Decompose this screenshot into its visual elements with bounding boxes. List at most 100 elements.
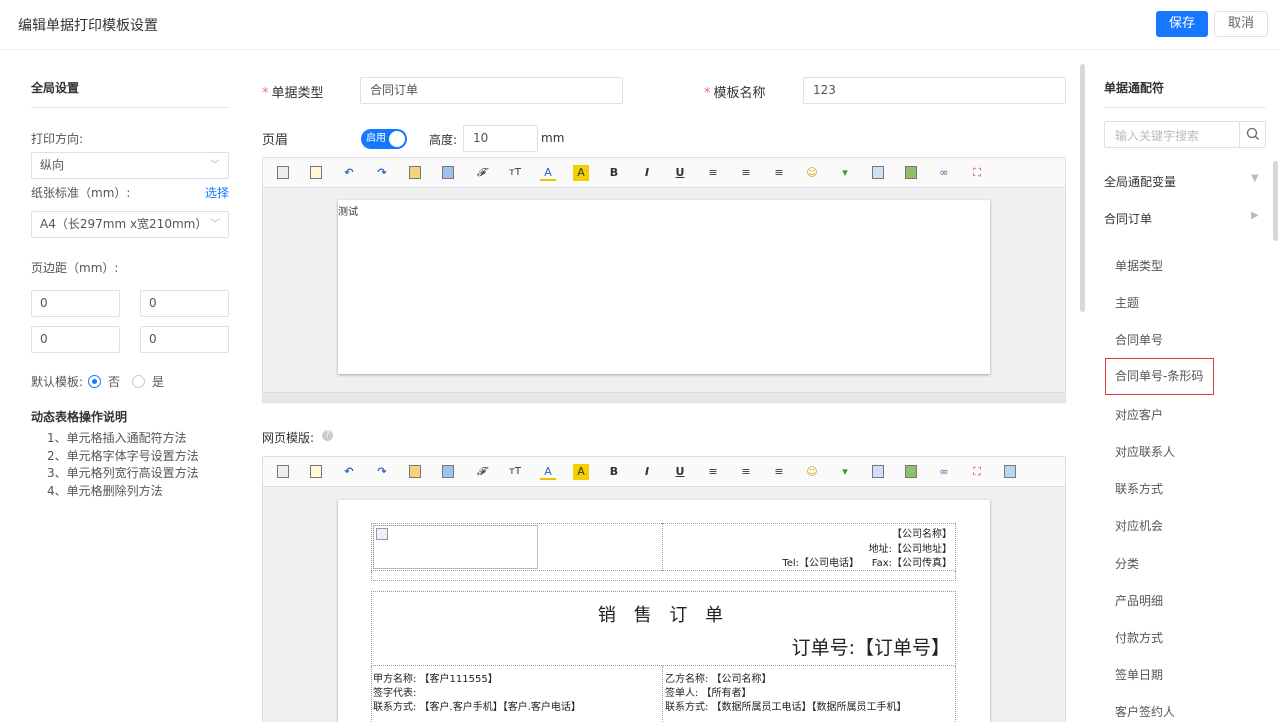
- divider: [31, 107, 230, 108]
- highlight-icon[interactable]: A: [573, 165, 589, 181]
- font-size-icon[interactable]: ᴛT: [507, 464, 523, 480]
- var-item[interactable]: 联系方式: [1115, 480, 1163, 497]
- group-contract-order[interactable]: 合同订单 ▶: [1104, 210, 1266, 227]
- emoji-icon[interactable]: ☺: [804, 464, 820, 480]
- source-icon[interactable]: [275, 464, 291, 480]
- top-bar: 编辑单据打印模板设置 保存 取消: [0, 0, 1280, 50]
- web-template-editor[interactable]: ↶ ↷ 𝓕 ᴛT A A B I U ≡ ≡ ≡ ☺ ▾ ∞ ⛶ 【公司名称】: [262, 456, 1066, 722]
- header-editor[interactable]: ↶ ↷ 𝓕 ᴛT A A B I U ≡ ≡ ≡ ☺ ▾ ∞ ⛶ 测试: [262, 157, 1066, 403]
- right-panel-scrollbar[interactable]: [1273, 161, 1278, 241]
- align-center-icon[interactable]: ≡: [738, 464, 754, 480]
- font-size-icon[interactable]: ᴛT: [507, 165, 523, 181]
- var-item[interactable]: 对应联系人: [1115, 443, 1175, 460]
- table-icon[interactable]: [870, 464, 886, 480]
- question-icon[interactable]: ?: [322, 430, 333, 441]
- margin-right-input[interactable]: 0: [140, 326, 229, 353]
- align-left-icon[interactable]: ≡: [705, 165, 721, 181]
- template-name-input[interactable]: 123: [803, 77, 1066, 104]
- paste-icon[interactable]: [407, 165, 423, 181]
- align-right-icon[interactable]: ≡: [771, 165, 787, 181]
- horizontal-line-icon[interactable]: ▾: [837, 165, 853, 181]
- highlight-icon[interactable]: A: [573, 464, 589, 480]
- chevron-down-icon: ﹀: [210, 160, 220, 171]
- bold-icon[interactable]: B: [606, 464, 622, 480]
- header-enable-toggle[interactable]: 启用: [361, 129, 407, 149]
- group-label: 全局通配变量: [1104, 175, 1177, 189]
- var-item[interactable]: 签单日期: [1115, 666, 1163, 683]
- source-icon[interactable]: [275, 165, 291, 181]
- margin-bottom-input[interactable]: 0: [140, 290, 229, 317]
- margin-left-input[interactable]: 0: [31, 326, 120, 353]
- var-item[interactable]: 单据类型: [1115, 257, 1163, 274]
- paste-text-icon[interactable]: [440, 165, 456, 181]
- fullscreen-icon[interactable]: ⛶: [969, 464, 985, 480]
- emoji-icon[interactable]: ☺: [804, 165, 820, 181]
- paper-select[interactable]: A4（长297mm x宽210mm） ﹀: [31, 211, 229, 238]
- template-icon[interactable]: [308, 165, 324, 181]
- search-button[interactable]: [1239, 122, 1265, 147]
- var-item-selected[interactable]: 合同单号-条形码: [1105, 358, 1214, 395]
- underline-icon[interactable]: U: [672, 464, 688, 480]
- cancel-button[interactable]: 取消: [1214, 11, 1268, 37]
- party-b-name: 乙方名称: 【公司名称】: [665, 674, 772, 685]
- template-icon[interactable]: [308, 464, 324, 480]
- search-input[interactable]: 输入关键字搜索: [1115, 127, 1199, 144]
- doc-type-input[interactable]: 合同订单: [360, 77, 623, 104]
- link-icon[interactable]: ∞: [936, 464, 952, 480]
- image-icon[interactable]: [903, 464, 919, 480]
- image-icon[interactable]: [903, 165, 919, 181]
- var-item[interactable]: 分类: [1115, 555, 1139, 572]
- doc-spacer-row: [371, 571, 956, 581]
- paste-text-icon[interactable]: [440, 464, 456, 480]
- group-global-vars[interactable]: 全局通配变量 ▼: [1104, 173, 1266, 190]
- font-family-icon[interactable]: 𝓕: [473, 464, 489, 480]
- save-button[interactable]: 保存: [1156, 11, 1208, 37]
- redo-icon[interactable]: ↷: [374, 464, 390, 480]
- var-item[interactable]: 客户签约人: [1115, 703, 1175, 717]
- var-item[interactable]: 产品明细: [1115, 592, 1163, 609]
- font-family-icon[interactable]: 𝓕: [473, 165, 489, 181]
- editor-toolbar: ↶ ↷ 𝓕 ᴛT A A B I U ≡ ≡ ≡ ☺ ▾ ∞ ⛶: [263, 457, 1065, 487]
- default-no-radio[interactable]: [88, 375, 101, 388]
- font-color-icon[interactable]: A: [540, 165, 556, 181]
- italic-icon[interactable]: I: [639, 464, 655, 480]
- party-b-info: 乙方名称: 【公司名称】 签单人: 【所有者】 联系方式: 【数据所属员工电话】…: [665, 673, 907, 715]
- paper-choose-link[interactable]: 选择: [205, 184, 229, 201]
- help-item[interactable]: 1、单元格插入通配符方法: [31, 430, 231, 448]
- var-item[interactable]: 主题: [1115, 294, 1139, 311]
- align-left-icon[interactable]: ≡: [705, 464, 721, 480]
- table-icon[interactable]: [870, 165, 886, 181]
- underline-icon[interactable]: U: [672, 165, 688, 181]
- help-item[interactable]: 2、单元格字体字号设置方法: [31, 448, 231, 466]
- orientation-select[interactable]: 纵向 ﹀: [31, 152, 229, 179]
- horizontal-line-icon[interactable]: ▾: [837, 464, 853, 480]
- main-scrollbar[interactable]: [1080, 64, 1085, 312]
- web-template-paper[interactable]: 【公司名称】 地址:【公司地址】 Tel:【公司电话】 Fax:【公司传真】 销…: [338, 500, 990, 722]
- help-item[interactable]: 3、单元格列宽行高设置方法: [31, 465, 231, 483]
- doc-divider: [662, 523, 663, 571]
- align-right-icon[interactable]: ≡: [771, 464, 787, 480]
- default-yes-radio[interactable]: [132, 375, 145, 388]
- var-item[interactable]: 付款方式: [1115, 629, 1163, 646]
- margin-top-input[interactable]: 0: [31, 290, 120, 317]
- font-color-icon[interactable]: A: [540, 464, 556, 480]
- undo-icon[interactable]: ↶: [341, 165, 357, 181]
- italic-icon[interactable]: I: [639, 165, 655, 181]
- height-input[interactable]: 10: [463, 125, 538, 152]
- align-center-icon[interactable]: ≡: [738, 165, 754, 181]
- fullscreen-icon[interactable]: ⛶: [969, 165, 985, 181]
- placeholder-search[interactable]: 输入关键字搜索: [1104, 121, 1266, 148]
- link-icon[interactable]: ∞: [936, 165, 952, 181]
- var-item[interactable]: 对应机会: [1115, 517, 1163, 534]
- var-item[interactable]: 合同单号: [1115, 331, 1163, 348]
- redo-icon[interactable]: ↷: [374, 165, 390, 181]
- header-paper[interactable]: 测试: [338, 200, 990, 374]
- logo-placeholder[interactable]: [373, 525, 538, 569]
- paste-icon[interactable]: [407, 464, 423, 480]
- help-item[interactable]: 4、单元格删除列方法: [31, 483, 231, 501]
- orientation-label: 打印方向:: [31, 132, 84, 146]
- undo-icon[interactable]: ↶: [341, 464, 357, 480]
- bold-icon[interactable]: B: [606, 165, 622, 181]
- var-item[interactable]: 对应客户: [1115, 406, 1163, 423]
- preview-icon[interactable]: [1002, 464, 1018, 480]
